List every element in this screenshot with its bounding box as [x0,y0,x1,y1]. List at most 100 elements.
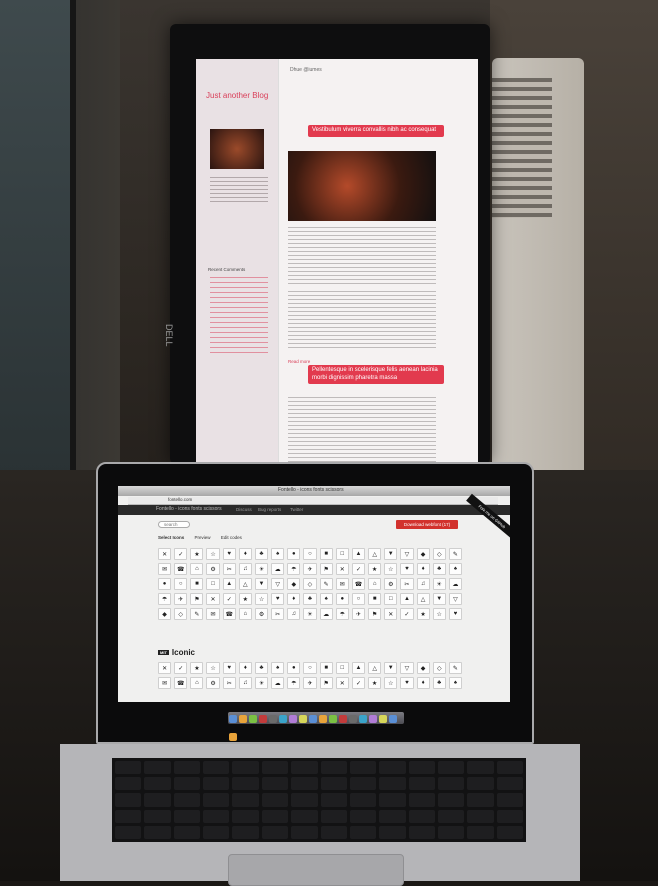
keyboard-key[interactable] [232,793,259,807]
icon-cell[interactable]: ▼ [254,578,269,590]
icon-cell[interactable]: △ [416,593,430,605]
icon-cell[interactable]: □ [335,662,349,674]
icon-cell[interactable]: ✕ [206,593,220,605]
keyboard-key[interactable] [379,777,406,791]
dock-app-icon[interactable] [289,715,297,723]
keyboard-key[interactable] [379,793,406,807]
icon-cell[interactable]: ● [335,593,349,605]
keyboard-key[interactable] [408,825,435,839]
download-webfont-button[interactable]: Download webfont (17) [396,520,458,529]
keyboard-key[interactable] [467,793,494,807]
icon-cell[interactable]: ♫ [238,677,252,689]
icon-cell[interactable]: ✉ [158,563,172,575]
keyboard-key[interactable] [437,809,465,823]
icon-cell[interactable]: ♦ [238,548,252,560]
icon-cell[interactable]: ● [158,578,172,590]
icon-cell[interactable]: ▲ [351,548,366,560]
keyboard-key[interactable] [437,761,465,775]
keyboard-key[interactable] [173,761,201,775]
comment-links[interactable] [210,277,268,357]
icon-cell[interactable]: ● [287,548,301,560]
nav-bug-reports[interactable]: Bug reports [258,507,281,512]
keyboard-key[interactable] [349,793,377,807]
keyboard-key[interactable] [467,777,494,791]
keyboard-key[interactable] [291,825,318,839]
icon-cell[interactable]: ⌂ [368,578,382,590]
icon-cell[interactable]: ♠ [448,677,462,689]
dock-app-icon[interactable] [329,715,337,723]
icon-cell[interactable]: ♥ [400,563,414,575]
keyboard-key[interactable] [437,777,465,791]
keyboard-key[interactable] [408,777,435,791]
icon-cell[interactable]: ★ [190,548,204,560]
keyboard-key[interactable] [144,825,171,839]
icon-cell[interactable]: ✈ [351,608,366,620]
icon-cell[interactable]: ✎ [448,548,462,560]
keyboard-key[interactable] [379,809,406,823]
icon-cell[interactable]: ♣ [432,563,446,575]
keyboard-key[interactable] [261,825,289,839]
keyboard-key[interactable] [467,825,494,839]
dock-app-icon[interactable] [369,715,377,723]
keyboard-key[interactable] [379,825,406,839]
icon-cell[interactable]: □ [384,593,398,605]
dock-app-icon[interactable] [299,715,307,723]
nav-discuss[interactable]: Discuss [236,507,252,512]
icon-cell[interactable]: ● [287,662,301,674]
icon-cell[interactable]: ♫ [416,578,430,590]
keyboard-key[interactable] [115,825,142,839]
site-logo[interactable]: Fontello - icons fonts scissors [156,506,222,512]
icon-cell[interactable]: ☎ [351,578,366,590]
icon-cell[interactable]: ◇ [432,662,446,674]
icon-cell[interactable]: ✎ [448,662,462,674]
icon-cell[interactable]: ⚙ [206,563,220,575]
icon-cell[interactable]: ♠ [319,593,333,605]
dock-app-icon[interactable] [379,715,387,723]
keyboard-key[interactable] [261,793,289,807]
icon-cell[interactable]: ✉ [335,578,349,590]
icon-cell[interactable]: ▲ [400,593,414,605]
icon-cell[interactable]: ✎ [319,578,333,590]
icon-cell[interactable]: ▽ [271,578,285,590]
icon-cell[interactable]: ✕ [158,548,172,560]
icon-cell[interactable]: ✈ [303,563,317,575]
dock-app-icon[interactable] [349,715,357,723]
keyboard-key[interactable] [408,809,435,823]
icon-cell[interactable]: ☆ [432,608,446,620]
keyboard-key[interactable] [115,793,142,807]
icon-cell[interactable]: ☎ [174,563,188,575]
icon-cell[interactable]: ▽ [400,662,414,674]
icon-cell[interactable]: ⌂ [190,677,204,689]
keyboard-key[interactable] [320,809,347,823]
author-handle[interactable]: Dhue @iumes [290,67,322,73]
icon-cell[interactable]: ○ [303,662,317,674]
dock-app-icon[interactable] [279,715,287,723]
tab-edit-codes[interactable]: Edit codes [221,535,242,540]
icon-cell[interactable]: ○ [174,578,188,590]
keyboard-key[interactable] [320,777,347,791]
keyboard-key[interactable] [349,761,377,775]
keyboard-key[interactable] [291,777,318,791]
icon-cell[interactable]: ▽ [400,548,414,560]
dock-app-icon[interactable] [359,715,367,723]
icon-cell[interactable]: ⚑ [319,563,333,575]
icon-cell[interactable]: ☀ [432,578,446,590]
icon-cell[interactable]: ♦ [416,677,430,689]
dock-app-icon[interactable] [339,715,347,723]
icon-cell[interactable]: ✂ [400,578,414,590]
keyboard-key[interactable] [232,809,259,823]
icon-cell[interactable]: △ [238,578,252,590]
icon-cell[interactable]: ☀ [303,608,317,620]
dock-app-icon[interactable] [229,733,237,741]
icon-cell[interactable]: ▼ [432,593,446,605]
icon-cell[interactable]: ✓ [351,563,366,575]
icon-cell[interactable]: ☆ [254,593,269,605]
icon-cell[interactable]: ♦ [287,593,301,605]
icon-cell[interactable]: ★ [190,662,204,674]
keyboard-key[interactable] [496,777,523,791]
icon-cell[interactable]: ▽ [448,593,462,605]
icon-cell[interactable]: ◆ [416,548,430,560]
keyboard-key[interactable] [349,777,377,791]
icon-cell[interactable]: ☁ [271,563,285,575]
icon-cell[interactable]: ○ [303,548,317,560]
